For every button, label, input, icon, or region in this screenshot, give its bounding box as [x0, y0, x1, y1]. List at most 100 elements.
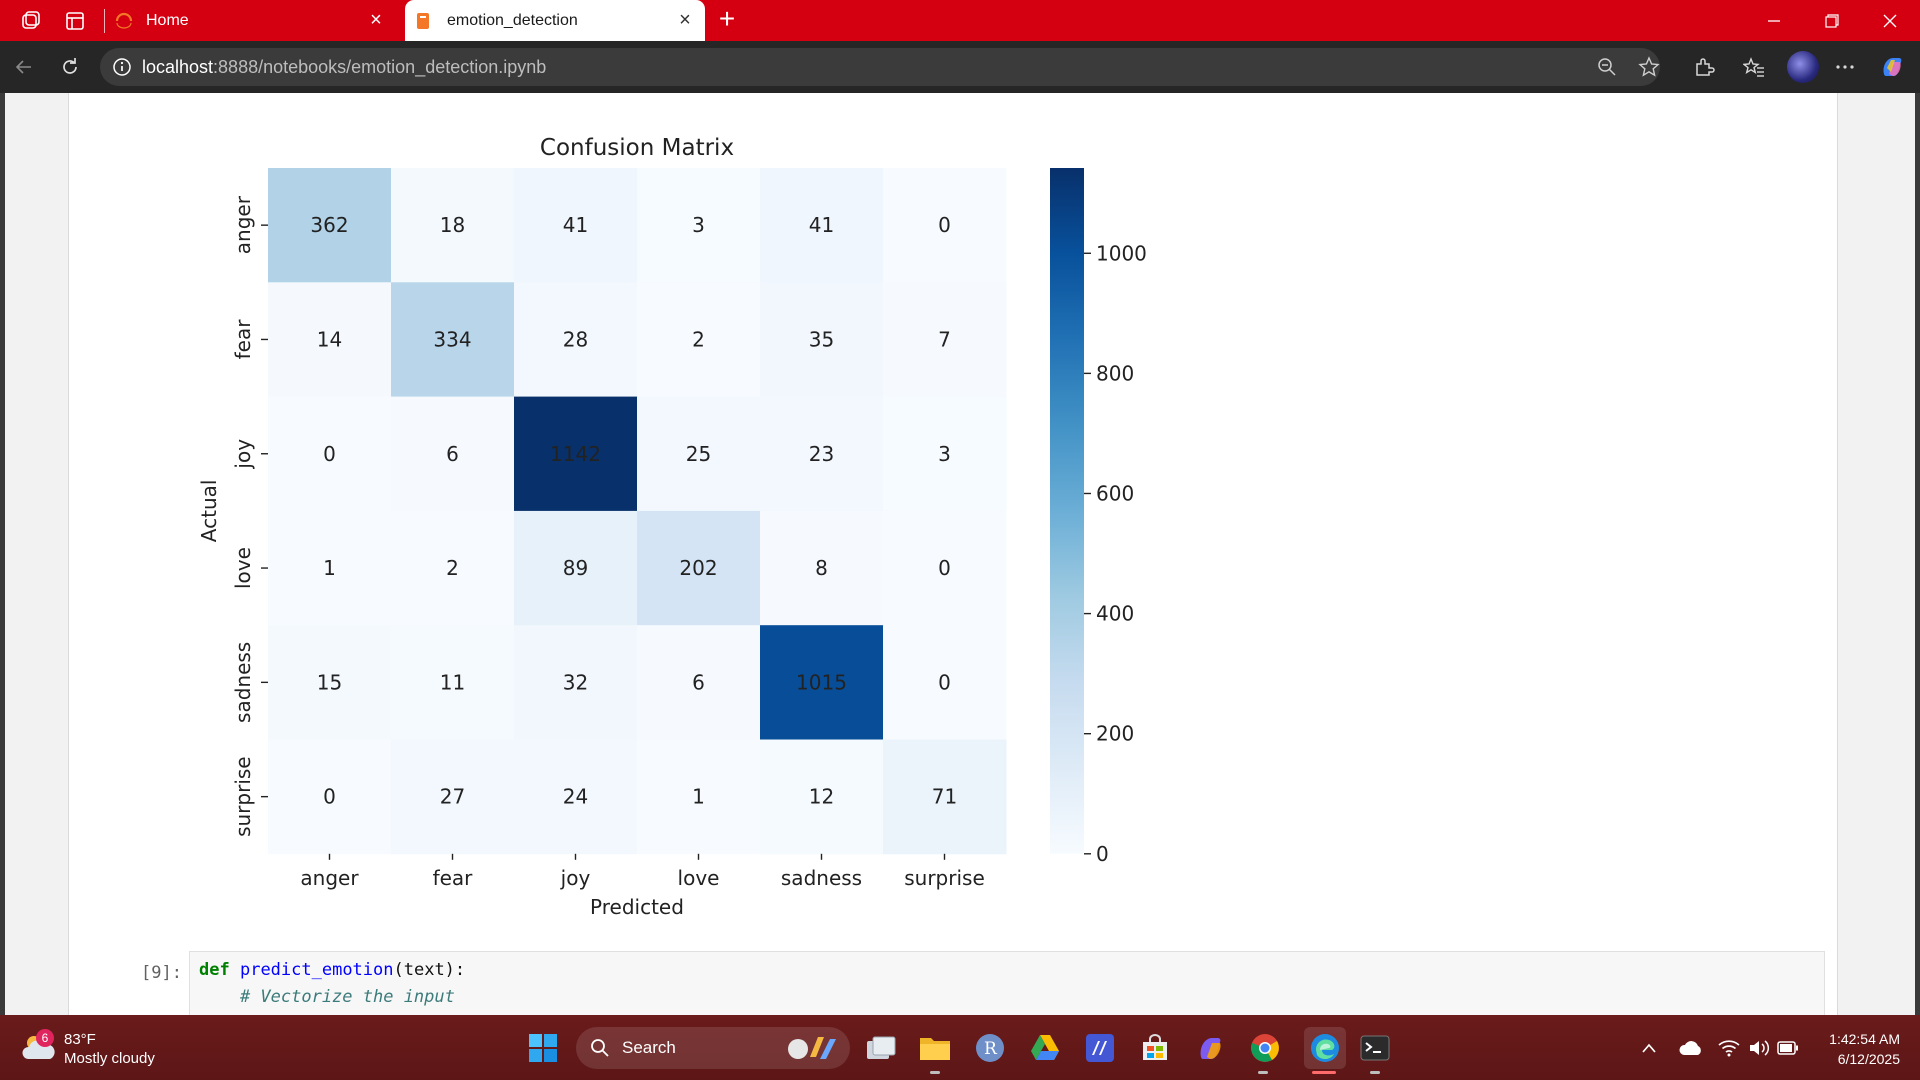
- code-cell-editor[interactable]: def predict_emotion(text): # Vectorize t…: [189, 951, 1825, 1015]
- cell-value-label: 24: [563, 785, 588, 809]
- terminal-icon[interactable]: [1358, 1031, 1392, 1065]
- cell-value-label: 27: [440, 785, 465, 809]
- cell-value-label: 41: [563, 213, 588, 237]
- refresh-button[interactable]: [56, 53, 84, 81]
- colorbar-tick-label: 0: [1096, 842, 1109, 866]
- cell-value-label: 12: [809, 785, 834, 809]
- running-indicator: [1258, 1071, 1268, 1074]
- x-tick-label: surprise: [904, 866, 985, 890]
- minimize-button[interactable]: [1745, 0, 1803, 41]
- cell-value-label: 0: [938, 213, 951, 237]
- weather-widget[interactable]: 6 83°F Mostly cloudy: [20, 1029, 220, 1069]
- tab-close-icon[interactable]: ×: [675, 10, 695, 30]
- cell-value-label: 334: [433, 327, 471, 351]
- cell-value-label: 3: [938, 442, 951, 466]
- profile-avatar[interactable]: [1787, 51, 1819, 83]
- notebook-favicon-icon: [417, 12, 429, 29]
- volume-icon[interactable]: [1746, 1015, 1772, 1080]
- search-icon: [591, 1039, 609, 1057]
- file-explorer-icon[interactable]: [918, 1031, 952, 1065]
- cell-value-label: 18: [440, 213, 465, 237]
- cell-value-label: 8: [815, 556, 828, 580]
- task-view-icon[interactable]: [864, 1031, 898, 1065]
- code-line-2: # Vectorize the input: [199, 987, 455, 1007]
- tab-home-label: Home: [146, 11, 189, 29]
- more-options-icon[interactable]: [1830, 52, 1860, 82]
- cell-value-label: 362: [310, 213, 348, 237]
- active-app-indicator: [1312, 1071, 1336, 1074]
- show-hidden-icons-chevron[interactable]: [1637, 1015, 1661, 1080]
- r-app-icon[interactable]: R: [973, 1031, 1007, 1065]
- cell-value-label: 202: [679, 556, 717, 580]
- zoom-icon[interactable]: [1592, 52, 1622, 82]
- y-tick-label: surprise: [231, 756, 255, 837]
- address-toolbar: localhost:8888/notebooks/emotion_detecti…: [0, 41, 1920, 93]
- clock-time: 1:42:54 AM: [1829, 1031, 1900, 1047]
- restore-button[interactable]: [1803, 0, 1861, 41]
- cell-value-label: 0: [323, 785, 336, 809]
- y-tick-label: love: [231, 547, 255, 589]
- cell-value-label: 3: [692, 213, 705, 237]
- copilot-app-icon[interactable]: [1193, 1031, 1227, 1065]
- url-text: localhost:8888/notebooks/emotion_detecti…: [142, 57, 547, 77]
- new-tab-button[interactable]: +: [713, 5, 741, 34]
- taskbar-search[interactable]: Search: [576, 1027, 850, 1069]
- wifi-icon[interactable]: [1716, 1015, 1742, 1080]
- search-highlight-icon: [788, 1037, 836, 1059]
- cell-value-label: 23: [809, 442, 834, 466]
- clock-date: 6/12/2025: [1837, 1051, 1900, 1067]
- cell-value-label: 41: [809, 213, 834, 237]
- extensions-icon[interactable]: [1689, 52, 1719, 82]
- favorite-star-icon[interactable]: [1634, 52, 1664, 82]
- colorbar-tick-label: 600: [1096, 481, 1134, 505]
- browser-tab-bar: Home × emotion_detection × +: [0, 0, 1920, 41]
- favorites-icon[interactable]: [1739, 52, 1769, 82]
- code-line-1: def predict_emotion(text):: [199, 960, 466, 980]
- tab-home[interactable]: Home ×: [106, 0, 396, 41]
- microsoft-store-icon[interactable]: [1138, 1031, 1172, 1065]
- cell-value-label: 0: [938, 670, 951, 694]
- running-indicator: [930, 1071, 940, 1074]
- onedrive-cloud-icon[interactable]: [1676, 1015, 1706, 1080]
- start-button[interactable]: [526, 1031, 560, 1065]
- cell-value-label: 2: [446, 556, 459, 580]
- cell-value-label: 1: [323, 556, 336, 580]
- y-tick-label: anger: [231, 195, 255, 254]
- x-axis-label: Predicted: [590, 895, 684, 919]
- weather-temperature: 83°F: [64, 1031, 96, 1048]
- x-tick-label: love: [678, 866, 720, 890]
- chart-title: Confusion Matrix: [540, 135, 734, 161]
- site-info-icon[interactable]: [112, 57, 132, 77]
- windows-taskbar: 6 83°F Mostly cloudy Search R 1:42:54 AM…: [0, 1015, 1920, 1080]
- cell-value-label: 89: [563, 556, 588, 580]
- workspaces-icon[interactable]: [18, 8, 44, 34]
- cell-value-label: 71: [932, 785, 957, 809]
- weather-alert-badge: 6: [36, 1029, 54, 1047]
- running-indicator: [1370, 1071, 1380, 1074]
- tab-close-icon[interactable]: ×: [366, 10, 386, 30]
- cell-value-label: 2: [692, 327, 705, 351]
- system-clock[interactable]: 1:42:54 AM 6/12/2025: [1790, 1029, 1900, 1069]
- colorbar-tick-label: 200: [1096, 722, 1134, 746]
- cell-value-label: 28: [563, 327, 588, 351]
- colorbar: [1050, 168, 1084, 854]
- edge-browser-icon[interactable]: [1304, 1027, 1346, 1069]
- chrome-icon[interactable]: [1248, 1031, 1282, 1065]
- cell-value-label: 0: [938, 556, 951, 580]
- notebook-page: Confusion Matrix 362 18 41 3 41 0 14 334 28 2 35 7 0 6…: [5, 93, 1915, 1015]
- x-tick-label: joy: [560, 866, 591, 890]
- math-app-icon[interactable]: [1083, 1031, 1117, 1065]
- address-bar[interactable]: localhost:8888/notebooks/emotion_detecti…: [100, 48, 1660, 86]
- close-window-button[interactable]: [1861, 0, 1919, 41]
- svg-text:R: R: [984, 1039, 998, 1059]
- google-drive-icon[interactable]: [1028, 1031, 1062, 1065]
- cell-value-label: 11: [440, 670, 465, 694]
- vertical-tabs-icon[interactable]: [62, 8, 88, 34]
- search-label: Search: [622, 1038, 676, 1057]
- cell-value-label: 15: [317, 670, 342, 694]
- tab-emotion-detection[interactable]: emotion_detection ×: [405, 0, 705, 41]
- back-button[interactable]: [10, 53, 38, 81]
- cell-value-label: 32: [563, 670, 588, 694]
- copilot-icon[interactable]: [1877, 52, 1907, 82]
- y-tick-label: joy: [231, 439, 255, 470]
